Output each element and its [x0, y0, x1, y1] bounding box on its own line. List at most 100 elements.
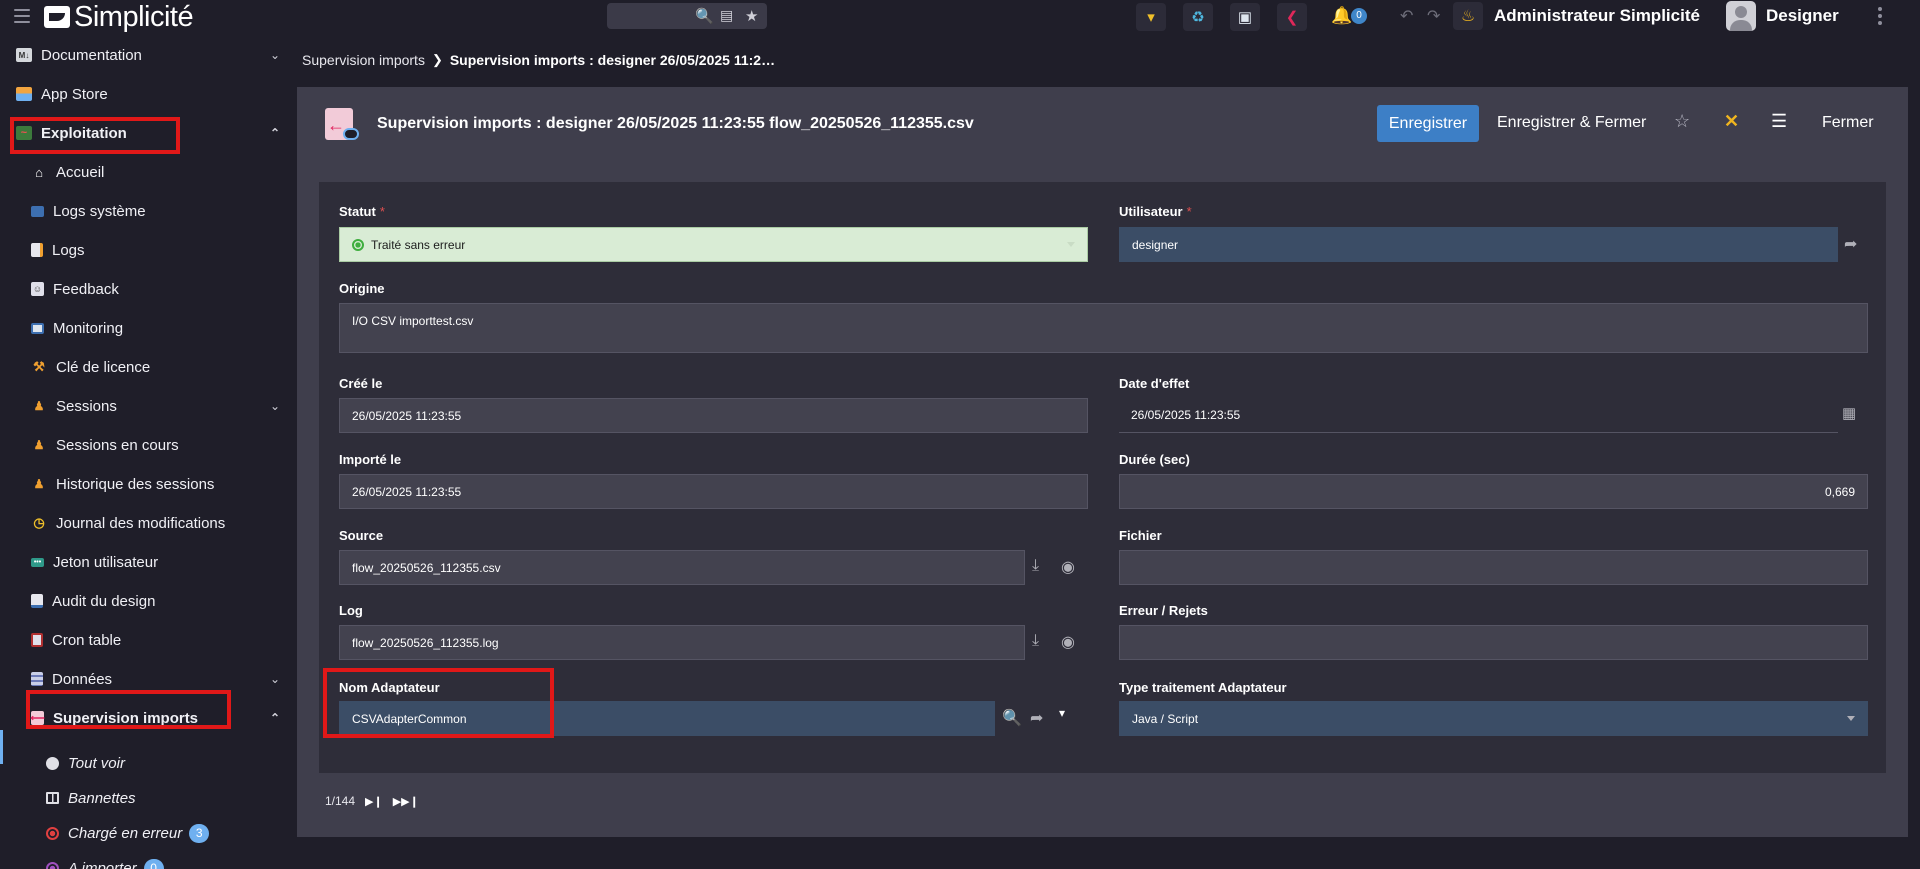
redo-icon[interactable]: ↷	[1427, 6, 1440, 26]
sidebar-item-charge-en-erreur[interactable]: Chargé en erreur 3	[0, 817, 290, 849]
duree-field[interactable]: 0,669	[1119, 474, 1868, 509]
user-name[interactable]: Administrateur Simplicité	[1494, 6, 1700, 26]
source-field[interactable]: flow_20250526_112355.csv	[339, 550, 1025, 585]
breadcrumb-parent[interactable]: Supervision imports	[302, 52, 425, 68]
sidebar-item-historique-sessions[interactable]: ♟ Historique des sessions	[0, 468, 290, 500]
fichier-field[interactable]	[1119, 550, 1868, 585]
feedback-icon: ☺	[31, 282, 44, 296]
chevron-down-icon[interactable]: ⌄	[270, 399, 280, 413]
fichier-label: Fichier	[1119, 528, 1162, 543]
close-button[interactable]: Fermer	[1822, 114, 1874, 132]
sidebar-item-app-store[interactable]: App Store	[0, 78, 290, 110]
recycle-icon[interactable]: ♻	[1183, 3, 1213, 31]
search-icon[interactable]: 🔍	[695, 7, 714, 25]
filter-icon[interactable]: ▾	[1136, 3, 1166, 31]
cree-le-field[interactable]: 26/05/2025 11:23:55	[339, 398, 1088, 433]
sidebar-item-journal-modifications[interactable]: ◷ Journal des modifications	[0, 507, 290, 539]
undo-icon[interactable]: ↶	[1400, 6, 1413, 26]
date-effet-field[interactable]: 26/05/2025 11:23:55	[1119, 398, 1838, 433]
utilisateur-field[interactable]: designer	[1119, 227, 1838, 262]
sidebar-item-label: Logs système	[53, 202, 146, 220]
search-icon[interactable]: 🔍	[1002, 708, 1022, 728]
type-traitement-select[interactable]: Java / Script	[1119, 701, 1868, 736]
erreur-rejets-field[interactable]	[1119, 625, 1868, 660]
eye-icon[interactable]: ◉	[1061, 632, 1075, 652]
screen-icon[interactable]: ▣	[1230, 3, 1260, 31]
chevron-down-icon[interactable]: ⌄	[270, 48, 280, 62]
cross-tools-icon[interactable]: ✕	[1724, 111, 1739, 132]
origine-value: I/O CSV importtest.csv	[352, 314, 474, 328]
save-button[interactable]: Enregistrer	[1377, 105, 1479, 142]
sidebar-item-audit-design[interactable]: Audit du design	[0, 585, 290, 617]
log-field[interactable]: flow_20250526_112355.log	[339, 625, 1025, 660]
profile-name[interactable]: Designer	[1766, 6, 1839, 26]
menu-toggle-icon[interactable]	[14, 9, 30, 23]
importe-le-value: 26/05/2025 11:23:55	[352, 484, 462, 499]
lamp-icon[interactable]: ♨	[1453, 2, 1483, 30]
importe-le-field[interactable]: 26/05/2025 11:23:55	[339, 474, 1088, 509]
star-icon[interactable]: ★	[745, 7, 758, 25]
save-close-button[interactable]: Enregistrer & Fermer	[1497, 114, 1646, 132]
download-icon[interactable]: ⤓	[1032, 557, 1039, 575]
source-label: Source	[339, 528, 384, 543]
circle-icon	[46, 756, 59, 770]
breadcrumb-current: Supervision imports : designer 26/05/202…	[449, 52, 776, 68]
download-icon[interactable]: ⤓	[1032, 632, 1039, 650]
sidebar-item-bannettes[interactable]: Bannettes	[0, 782, 290, 814]
sidebar-item-documentation[interactable]: M↓ Documentation ⌄	[0, 39, 290, 71]
monitor-icon	[31, 322, 44, 334]
calendar-grid-icon[interactable]: ▦	[1842, 404, 1856, 422]
chevron-up-icon[interactable]: ⌃	[270, 711, 280, 725]
sidebar-item-label: Monitoring	[53, 319, 124, 337]
origine-label: Origine	[339, 281, 385, 296]
more-options-icon[interactable]	[1878, 7, 1882, 25]
sidebar-item-cle-licence[interactable]: ⚒ Clé de licence	[0, 351, 290, 383]
chevron-down-icon[interactable]: ⌄	[270, 672, 280, 686]
sidebar-item-logs[interactable]: Logs	[0, 234, 290, 266]
source-value: flow_20250526_112355.csv	[352, 560, 501, 575]
highlight-frame-exploitation	[10, 117, 180, 154]
last-icon[interactable]: ▶▶❙	[393, 795, 419, 808]
cree-le-label: Créé le	[339, 376, 383, 391]
logs-icon	[31, 243, 43, 257]
sidebar-item-sessions-en-cours[interactable]: ♟ Sessions en cours	[0, 429, 290, 461]
forward-icon[interactable]: ➦	[1030, 708, 1043, 728]
database-icon	[31, 672, 43, 686]
sidebar-item-a-importer[interactable]: A importer 0	[0, 852, 290, 869]
sidebar-item-jeton-utilisateur[interactable]: ••• Jeton utilisateur	[0, 546, 290, 578]
sidebar: M↓ Documentation ⌄ App Store ~ Exploitat…	[0, 34, 290, 869]
search-input[interactable]: 🔍 ▤ ★	[607, 3, 767, 29]
sidebar-item-label: Jeton utilisateur	[53, 553, 159, 571]
duree-value: 0,669	[1824, 484, 1855, 499]
sidebar-item-label: Accueil	[56, 163, 105, 181]
active-indicator	[0, 730, 3, 764]
eye-icon[interactable]: ◉	[1061, 557, 1075, 577]
columns-icon	[46, 792, 59, 804]
date-effet-label: Date d'effet	[1119, 376, 1190, 391]
origine-field[interactable]: I/O CSV importtest.csv	[339, 303, 1868, 353]
sidebar-item-feedback[interactable]: ☺ Feedback	[0, 273, 290, 305]
sidebar-item-label: Bannettes	[68, 789, 136, 807]
bell-icon[interactable]: 🔔	[1331, 6, 1352, 26]
highlight-frame-supervision-imports	[26, 690, 231, 729]
calendar-icon[interactable]: ▤	[720, 7, 733, 24]
share-icon[interactable]: ❮	[1277, 3, 1307, 31]
star-outline-icon[interactable]: ☆	[1674, 111, 1690, 132]
forward-icon[interactable]: ➦	[1844, 234, 1857, 254]
sidebar-item-monitoring[interactable]: Monitoring	[0, 312, 290, 344]
sidebar-item-cron-table[interactable]: Cron table	[0, 624, 290, 656]
next-icon[interactable]: ▶❙	[365, 795, 383, 808]
chevron-up-icon[interactable]: ⌃	[270, 126, 280, 140]
menu-lines-icon[interactable]: ☰	[1771, 111, 1787, 132]
avatar[interactable]	[1726, 1, 1756, 31]
sidebar-item-label: App Store	[41, 85, 108, 103]
statut-select[interactable]: Traité sans erreur	[339, 227, 1088, 262]
sidebar-item-tout-voir[interactable]: Tout voir	[0, 747, 290, 779]
app-logo[interactable]: Simplicité	[44, 1, 194, 33]
sidebar-item-accueil[interactable]: ⌂ Accueil	[0, 156, 290, 188]
users-icon: ♟	[33, 399, 45, 413]
utilisateur-value: designer	[1132, 237, 1179, 252]
dropdown-caret-icon[interactable]: ▾	[1059, 706, 1065, 720]
sidebar-item-logs-systeme[interactable]: Logs système	[0, 195, 290, 227]
sidebar-item-sessions[interactable]: ♟ Sessions ⌄	[0, 390, 290, 422]
